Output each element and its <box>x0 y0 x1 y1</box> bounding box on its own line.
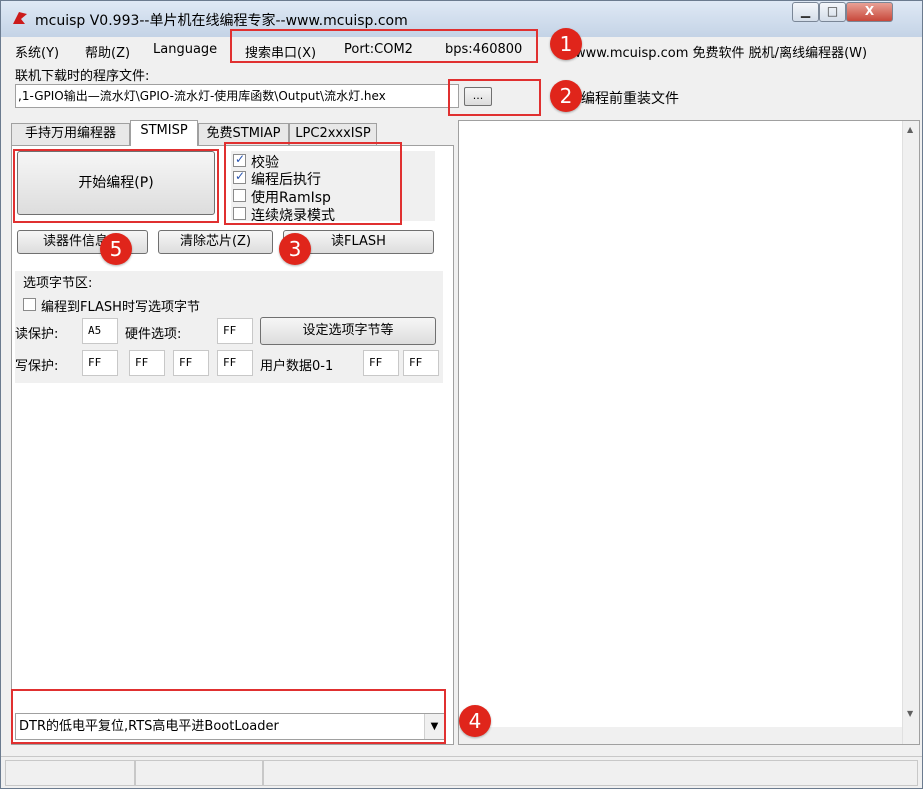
hw-option-field[interactable]: FF <box>217 318 253 344</box>
tab-stmisp[interactable]: STMISP <box>130 120 198 146</box>
user-data-field-1[interactable]: FF <box>403 350 439 376</box>
scroll-down-icon[interactable]: ▼ <box>907 709 913 718</box>
status-bar <box>1 756 922 788</box>
mcuisp-window: mcuisp V0.993--单片机在线编程专家--www.mcuisp.com… <box>0 0 923 789</box>
write-protect-field-2[interactable]: FF <box>173 350 209 376</box>
status-cell-1 <box>5 760 135 786</box>
write-option-bytes-check-icon <box>23 298 36 311</box>
annotation-box-5 <box>13 149 219 223</box>
annotation-box-3 <box>224 142 402 225</box>
maximize-button[interactable]: □ <box>819 2 846 22</box>
user-data-label: 用户数据0-1 <box>260 359 334 374</box>
window-title: mcuisp V0.993--单片机在线编程专家--www.mcuisp.com <box>35 13 408 29</box>
annotation-badge-4: 4 <box>459 705 491 737</box>
option-bytes-title: 选项字节区: <box>23 276 93 291</box>
log-horizontal-scrollbar[interactable] <box>459 727 902 744</box>
annotation-box-2 <box>448 79 541 116</box>
write-protect-field-3[interactable]: FF <box>217 350 253 376</box>
log-output-area[interactable]: ▲ ▼ <box>458 120 920 745</box>
close-button[interactable]: X <box>846 2 893 22</box>
annotation-box-4 <box>11 689 446 744</box>
menu-system[interactable]: 系统(Y) <box>15 42 59 61</box>
tab-handheld-programmer[interactable]: 手持万用编程器 <box>11 123 130 145</box>
mcuisp-logo-icon <box>13 12 27 24</box>
menu-help[interactable]: 帮助(Z) <box>85 42 130 61</box>
annotation-badge-2: 2 <box>550 80 582 112</box>
user-data-field-0[interactable]: FF <box>363 350 399 376</box>
write-protect-field-1[interactable]: FF <box>129 350 165 376</box>
clear-chip-button[interactable]: 清除芯片(Z) <box>158 230 273 254</box>
status-cell-3 <box>263 760 918 786</box>
write-protect-field-0[interactable]: FF <box>82 350 118 376</box>
menu-website[interactable]: www.mcuisp.com 免费软件 脱机/离线编程器(W) <box>575 42 867 61</box>
annotation-badge-3: 3 <box>279 233 311 265</box>
annotation-badge-5: 5 <box>100 233 132 265</box>
set-option-bytes-button[interactable]: 设定选项字节等 <box>260 317 436 345</box>
program-file-label: 联机下载时的程序文件: <box>15 69 150 84</box>
minimize-button[interactable]: ▁ <box>792 2 819 22</box>
log-vertical-scrollbar[interactable]: ▲ ▼ <box>902 121 919 744</box>
scroll-up-icon[interactable]: ▲ <box>907 125 913 134</box>
annotation-box-1 <box>230 29 538 63</box>
write-option-bytes-label: 编程到FLASH时写选项字节 <box>41 300 200 315</box>
menu-language[interactable]: Language <box>153 42 217 57</box>
reload-before-program-label[interactable]: 编程前重装文件 <box>581 88 679 108</box>
write-protect-label: 写保护: <box>15 359 59 374</box>
program-file-field[interactable]: ,1-GPIO输出—流水灯\GPIO-流水灯-使用库函数\Output\流水灯.… <box>15 84 459 108</box>
hw-option-label: 硬件选项: <box>125 327 182 342</box>
annotation-badge-1: 1 <box>550 28 582 60</box>
read-protect-label: 读保护: <box>15 327 59 342</box>
read-protect-field[interactable]: A5 <box>82 318 118 344</box>
status-cell-2 <box>135 760 263 786</box>
